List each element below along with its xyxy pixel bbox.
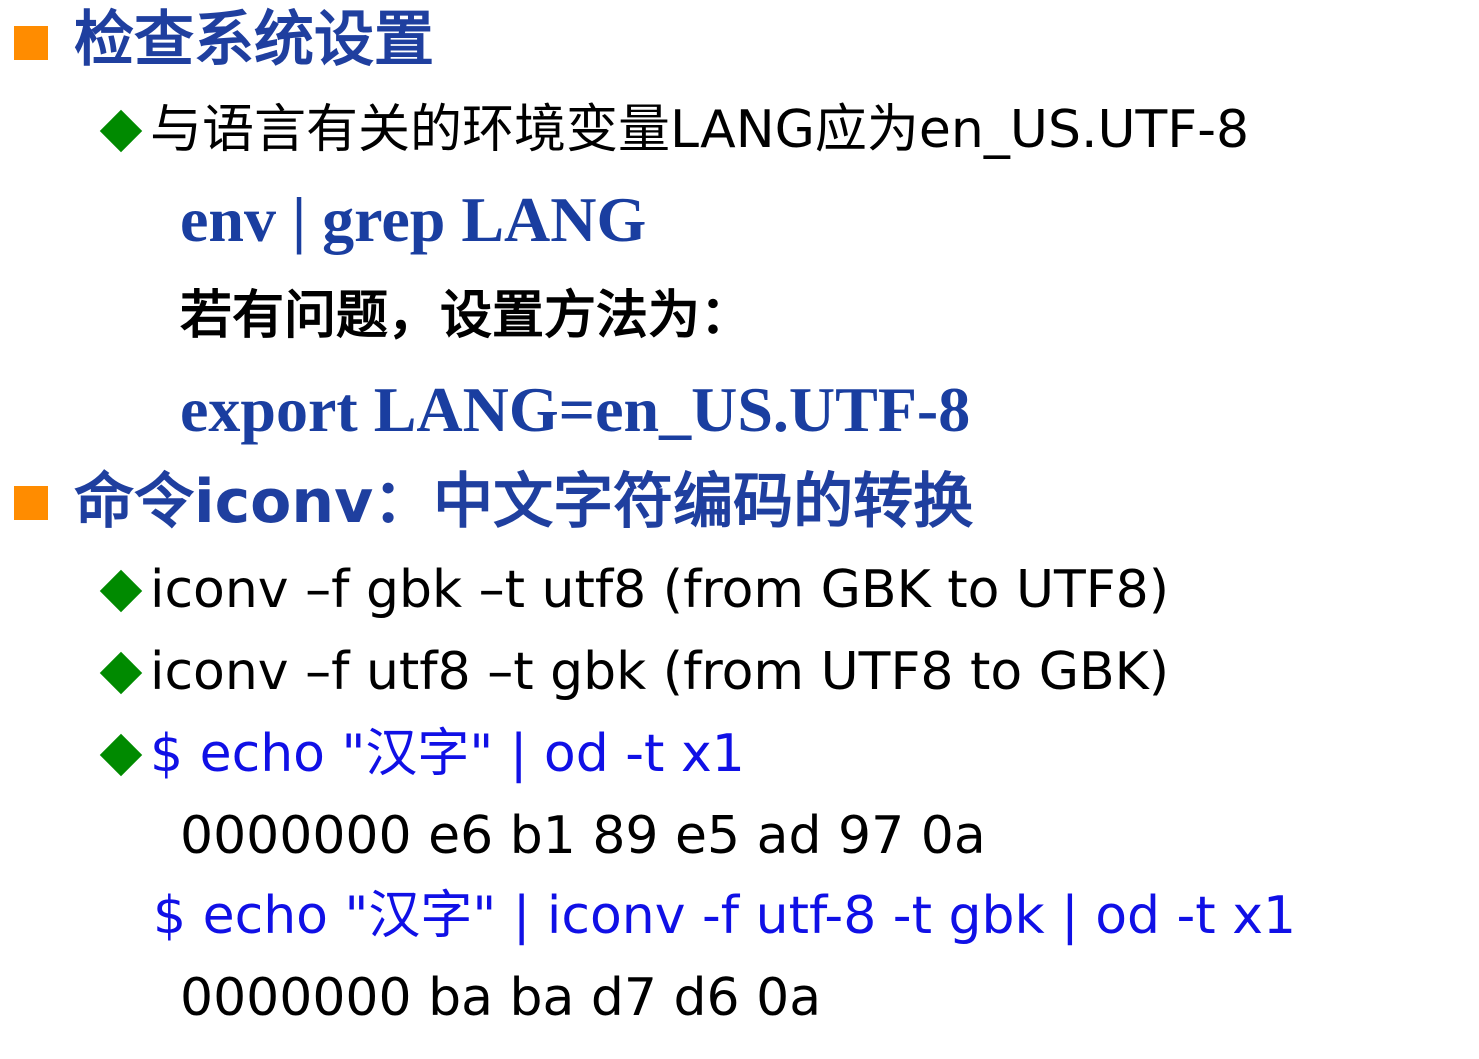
- diamond-bullet-icon: [99, 733, 143, 777]
- command-env-grep: env | grep LANG: [180, 184, 647, 255]
- diamond-bullet-icon: [99, 651, 143, 695]
- terminal-output-utf8: 0000000 e6 b1 89 e5 ad 97 0a: [180, 806, 986, 866]
- bullet-iconv-utf8-to-gbk: iconv –f utf8 –t gbk (from UTF8 to GBK): [150, 642, 1170, 702]
- command-export-lang: export LANG=en_US.UTF-8: [180, 374, 971, 445]
- diamond-bullet-icon: [99, 109, 143, 153]
- terminal-echo-od: $ echo "汉字" | od -t x1: [150, 724, 745, 784]
- terminal-echo-iconv-od: $ echo "汉字" | iconv -f utf-8 -t gbk | od…: [153, 886, 1297, 946]
- note-fix-method: 若有问题，设置方法为：: [180, 286, 753, 346]
- bullet-lang-env: 与语言有关的环境变量LANG应为en_US.UTF-8: [150, 100, 1250, 160]
- square-bullet-icon: [14, 486, 48, 520]
- bullet-iconv-gbk-to-utf8: iconv –f gbk –t utf8 (from GBK to UTF8): [150, 560, 1170, 620]
- diamond-bullet-icon: [99, 569, 143, 613]
- terminal-output-gbk: 0000000 ba ba d7 d6 0a: [180, 968, 822, 1028]
- square-bullet-icon: [14, 26, 48, 60]
- section-title-check-settings: 检查系统设置: [74, 5, 434, 75]
- section-title-iconv: 命令iconv：中文字符编码的转换: [74, 467, 974, 537]
